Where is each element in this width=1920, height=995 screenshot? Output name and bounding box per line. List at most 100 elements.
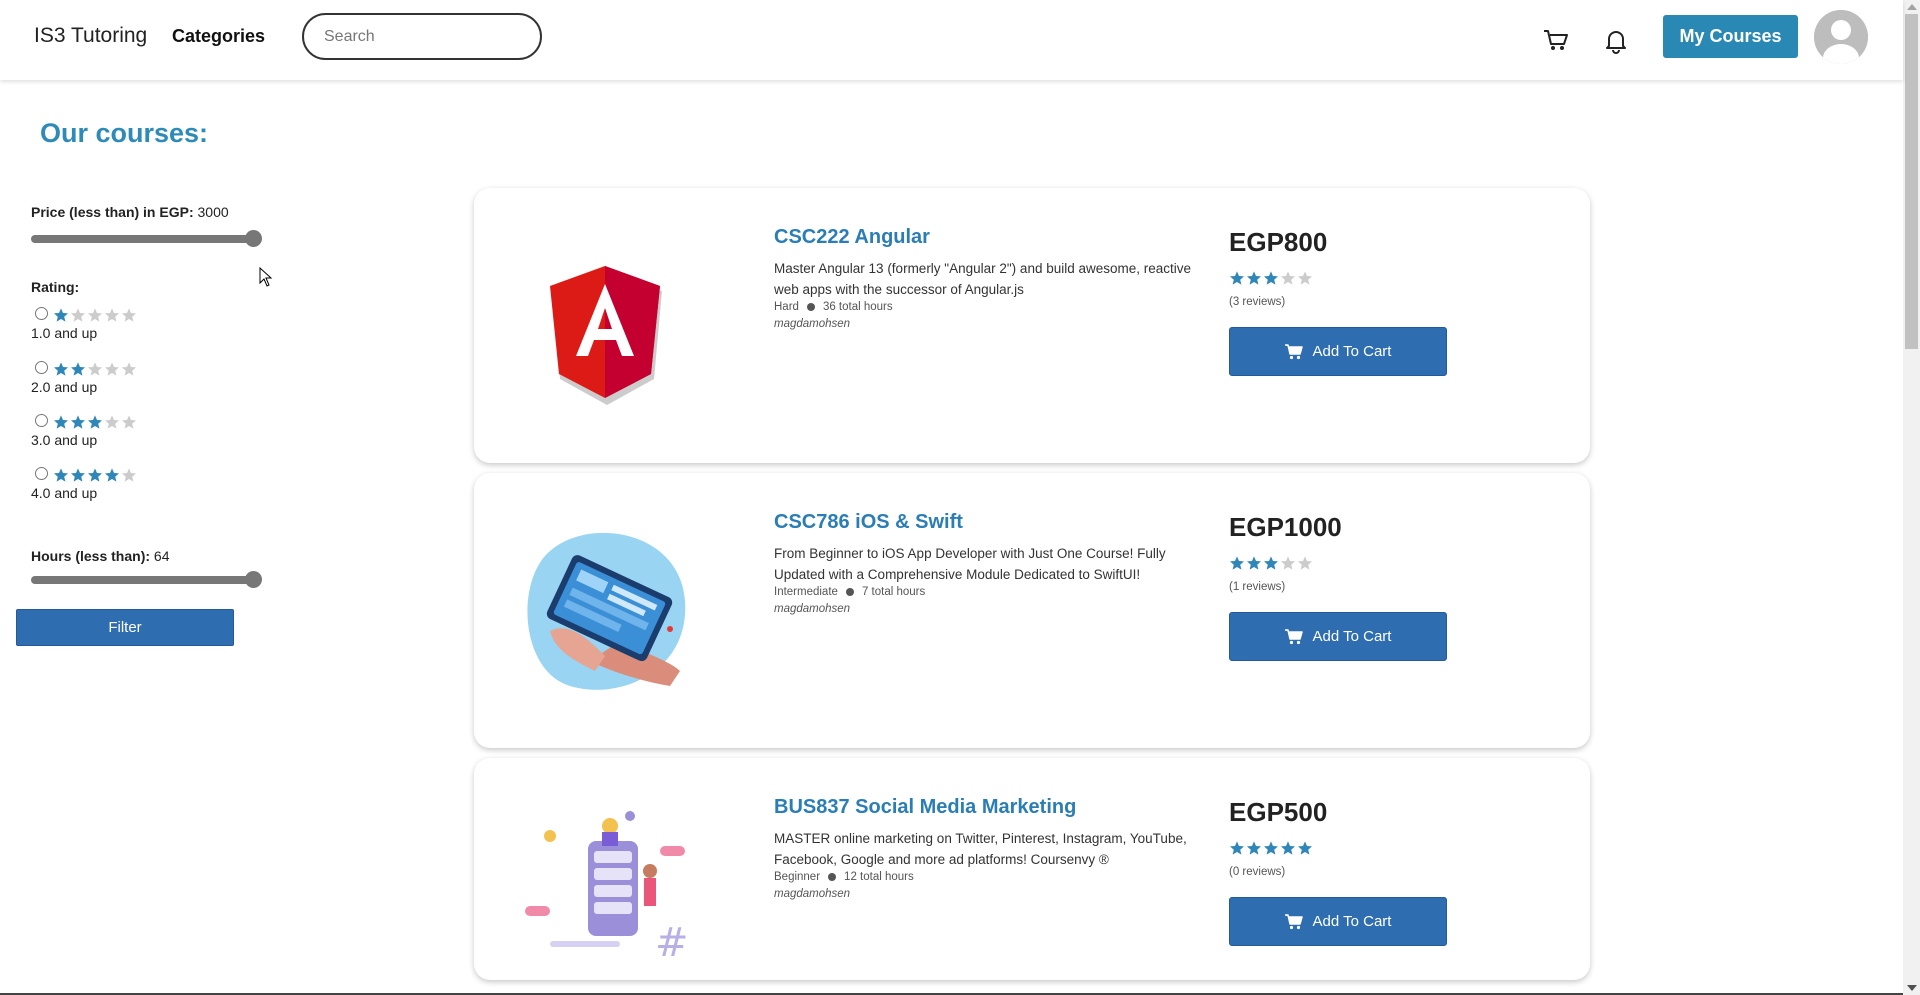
star-filled-icon <box>71 468 85 482</box>
course-author: magdamohsen <box>774 603 851 615</box>
star-filled-icon <box>88 415 102 429</box>
shopping-cart-icon <box>1284 343 1303 359</box>
price-value: 3000 <box>197 204 229 220</box>
cart-icon[interactable] <box>1540 24 1572 56</box>
star-empty-icon <box>1298 271 1312 285</box>
star-filled-icon <box>1264 271 1278 285</box>
rating-filter-label: Rating: <box>31 279 80 295</box>
dot-separator <box>828 873 837 881</box>
scroll-down-icon[interactable] <box>1907 985 1917 991</box>
course-rating <box>1229 555 1313 571</box>
shopping-cart-icon <box>1284 628 1303 644</box>
search-input[interactable] <box>302 13 542 60</box>
course-card: # BUS837 Social Media Marketing MASTER o… <box>474 758 1590 980</box>
course-reviews: (3 reviews) <box>1229 296 1286 308</box>
course-price: EGP800 <box>1229 227 1328 257</box>
price-slider[interactable] <box>31 230 262 247</box>
star-empty-icon <box>105 362 119 376</box>
star-filled-icon <box>54 308 68 322</box>
rating-stars <box>53 414 137 430</box>
price-filter-label: Price (less than) in EGP: 3000 <box>31 204 229 220</box>
mouse-cursor-icon <box>259 267 273 287</box>
star-filled-icon <box>1281 841 1295 855</box>
shopping-cart-icon <box>1284 913 1303 929</box>
rating-stars <box>53 361 137 377</box>
course-price: EGP1000 <box>1229 512 1342 542</box>
hours-slider[interactable] <box>31 571 262 588</box>
star-empty-icon <box>122 468 136 482</box>
star-filled-icon <box>54 362 68 376</box>
star-filled-icon <box>1264 556 1278 570</box>
course-hours: 36 total hours <box>822 301 893 313</box>
star-filled-icon <box>1230 556 1244 570</box>
star-empty-icon <box>105 308 119 322</box>
avatar-icon[interactable] <box>1814 10 1868 64</box>
course-title[interactable]: BUS837 Social Media Marketing <box>774 796 1076 819</box>
hours-filter-label: Hours (less than): 64 <box>31 548 170 564</box>
price-slider-handle[interactable] <box>245 230 262 247</box>
hours-slider-handle[interactable] <box>245 571 262 588</box>
star-empty-icon <box>122 308 136 322</box>
course-hours: 7 total hours <box>861 586 926 598</box>
course-title[interactable]: CSC222 Angular <box>774 226 930 249</box>
rating-option-label: 2.0 and up <box>31 379 98 395</box>
rating-radio[interactable] <box>35 307 48 320</box>
add-to-cart-button[interactable]: Add To Cart <box>1229 897 1447 946</box>
hours-value: 64 <box>153 548 170 564</box>
course-difficulty: Hard <box>774 301 799 313</box>
star-filled-icon <box>71 362 85 376</box>
add-to-cart-button[interactable]: Add To Cart <box>1229 327 1447 376</box>
categories-menu[interactable]: Categories <box>172 26 265 47</box>
star-filled-icon <box>54 468 68 482</box>
add-to-cart-button[interactable]: Add To Cart <box>1229 612 1447 661</box>
course-meta: Beginner 12 total hours <box>774 871 914 883</box>
star-empty-icon <box>105 415 119 429</box>
course-difficulty: Intermediate <box>774 586 838 598</box>
rating-radio[interactable] <box>35 467 48 480</box>
rating-option-label: 3.0 and up <box>31 432 98 448</box>
course-difficulty: Beginner <box>774 871 821 883</box>
my-courses-button[interactable]: My Courses <box>1663 15 1798 58</box>
course-reviews: (0 reviews) <box>1229 866 1286 878</box>
rating-stars <box>53 467 137 483</box>
dot-separator <box>845 588 854 596</box>
filter-button[interactable]: Filter <box>16 609 234 646</box>
course-thumbnail-social[interactable]: # <box>510 796 700 966</box>
star-filled-icon <box>1247 556 1261 570</box>
rating-radio[interactable] <box>35 414 48 427</box>
rating-radio[interactable] <box>35 361 48 374</box>
course-rating <box>1229 840 1313 856</box>
scrollbar-thumb[interactable] <box>1905 14 1918 349</box>
course-description: From Beginner to iOS App Developer with … <box>774 546 1166 582</box>
course-meta: Intermediate 7 total hours <box>774 586 925 598</box>
course-thumbnail-angular[interactable] <box>510 226 700 416</box>
course-thumbnail-ios[interactable] <box>510 511 700 701</box>
star-empty-icon <box>122 415 136 429</box>
star-filled-icon <box>1298 841 1312 855</box>
course-author: magdamohsen <box>774 888 851 900</box>
svg-text:#: # <box>655 920 689 966</box>
course-hours: 12 total hours <box>844 871 914 883</box>
course-title[interactable]: CSC786 iOS & Swift <box>774 511 963 534</box>
course-description: Master Angular 13 (formerly "Angular 2")… <box>774 261 1192 297</box>
top-navbar: IS3 Tutoring Categories My Courses <box>0 0 1903 80</box>
course-card: CSC786 iOS & Swift From Beginner to iOS … <box>474 473 1590 748</box>
star-filled-icon <box>1230 841 1244 855</box>
star-filled-icon <box>1264 841 1278 855</box>
page-scrollbar[interactable] <box>1903 0 1920 995</box>
star-filled-icon <box>1247 271 1261 285</box>
course-description: MASTER online marketing on Twitter, Pint… <box>774 831 1187 867</box>
star-empty-icon <box>88 308 102 322</box>
course-price: EGP500 <box>1229 797 1328 827</box>
star-empty-icon <box>88 362 102 376</box>
scroll-up-icon[interactable] <box>1907 4 1917 10</box>
brand-logo[interactable]: IS3 Tutoring <box>34 24 147 48</box>
dot-separator <box>806 303 815 311</box>
star-empty-icon <box>1281 271 1295 285</box>
star-filled-icon <box>105 468 119 482</box>
star-filled-icon <box>1230 271 1244 285</box>
bell-icon[interactable] <box>1600 24 1632 56</box>
course-meta: Hard 36 total hours <box>774 301 893 313</box>
star-filled-icon <box>88 468 102 482</box>
rating-option-label: 4.0 and up <box>31 485 98 501</box>
